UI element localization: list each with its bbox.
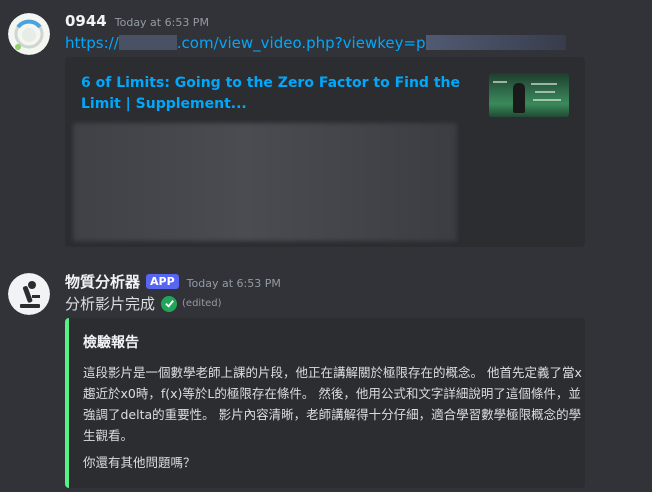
report-body: 這段影片是一個數學老師上課的片段，他正在講解關於極限存在的概念。 他首先定義了當…: [83, 365, 582, 443]
teacher-figure: [513, 83, 525, 113]
edited-label: (edited): [182, 298, 222, 309]
avatar-0944[interactable]: [8, 13, 50, 55]
blurred-preview-image: [73, 123, 457, 241]
link-prefix: https://: [65, 34, 119, 52]
timestamp: Today at 6:53 PM: [114, 16, 209, 29]
message-content: 分析影片完成 (edited): [65, 293, 222, 314]
username[interactable]: 物質分析器: [65, 271, 140, 292]
report-question: 你還有其他問題嗎？: [83, 455, 196, 470]
message-0944: 0944 Today at 6:53 PM https:// .com/view_…: [0, 0, 652, 250]
report-title: 檢驗報告: [83, 335, 139, 351]
chalk-line: [535, 91, 555, 93]
chalk-line: [531, 83, 557, 85]
timestamp: Today at 6:53 PM: [186, 277, 281, 290]
message-text: 分析影片完成: [65, 295, 156, 313]
avatar-bot[interactable]: [8, 273, 50, 315]
embed-title-link[interactable]: 6 of Limits: Going to the Zero Factor to…: [81, 73, 471, 115]
video-link[interactable]: https:// .com/view_video.php?viewkey=p: [65, 34, 566, 52]
check-mark-icon: [161, 295, 178, 312]
message-header: 物質分析器 APP Today at 6:53 PM: [65, 271, 281, 292]
app-badge: APP: [146, 274, 179, 289]
video-thumbnail[interactable]: [489, 73, 569, 117]
link-embed: 6 of Limits: Going to the Zero Factor to…: [65, 57, 585, 247]
username[interactable]: 0944: [65, 12, 107, 30]
redacted-domain: [118, 35, 177, 50]
chalk-line: [533, 99, 561, 101]
redacted-viewkey: [425, 35, 566, 50]
link-path: .com/view_video.php?viewkey=p: [176, 34, 426, 52]
message-header: 0944 Today at 6:53 PM: [65, 12, 209, 30]
report-embed: 檢驗報告 這段影片是一個數學老師上課的片段，他正在講解關於極限存在的概念。 他首…: [65, 318, 585, 488]
chalk-line: [493, 81, 507, 83]
